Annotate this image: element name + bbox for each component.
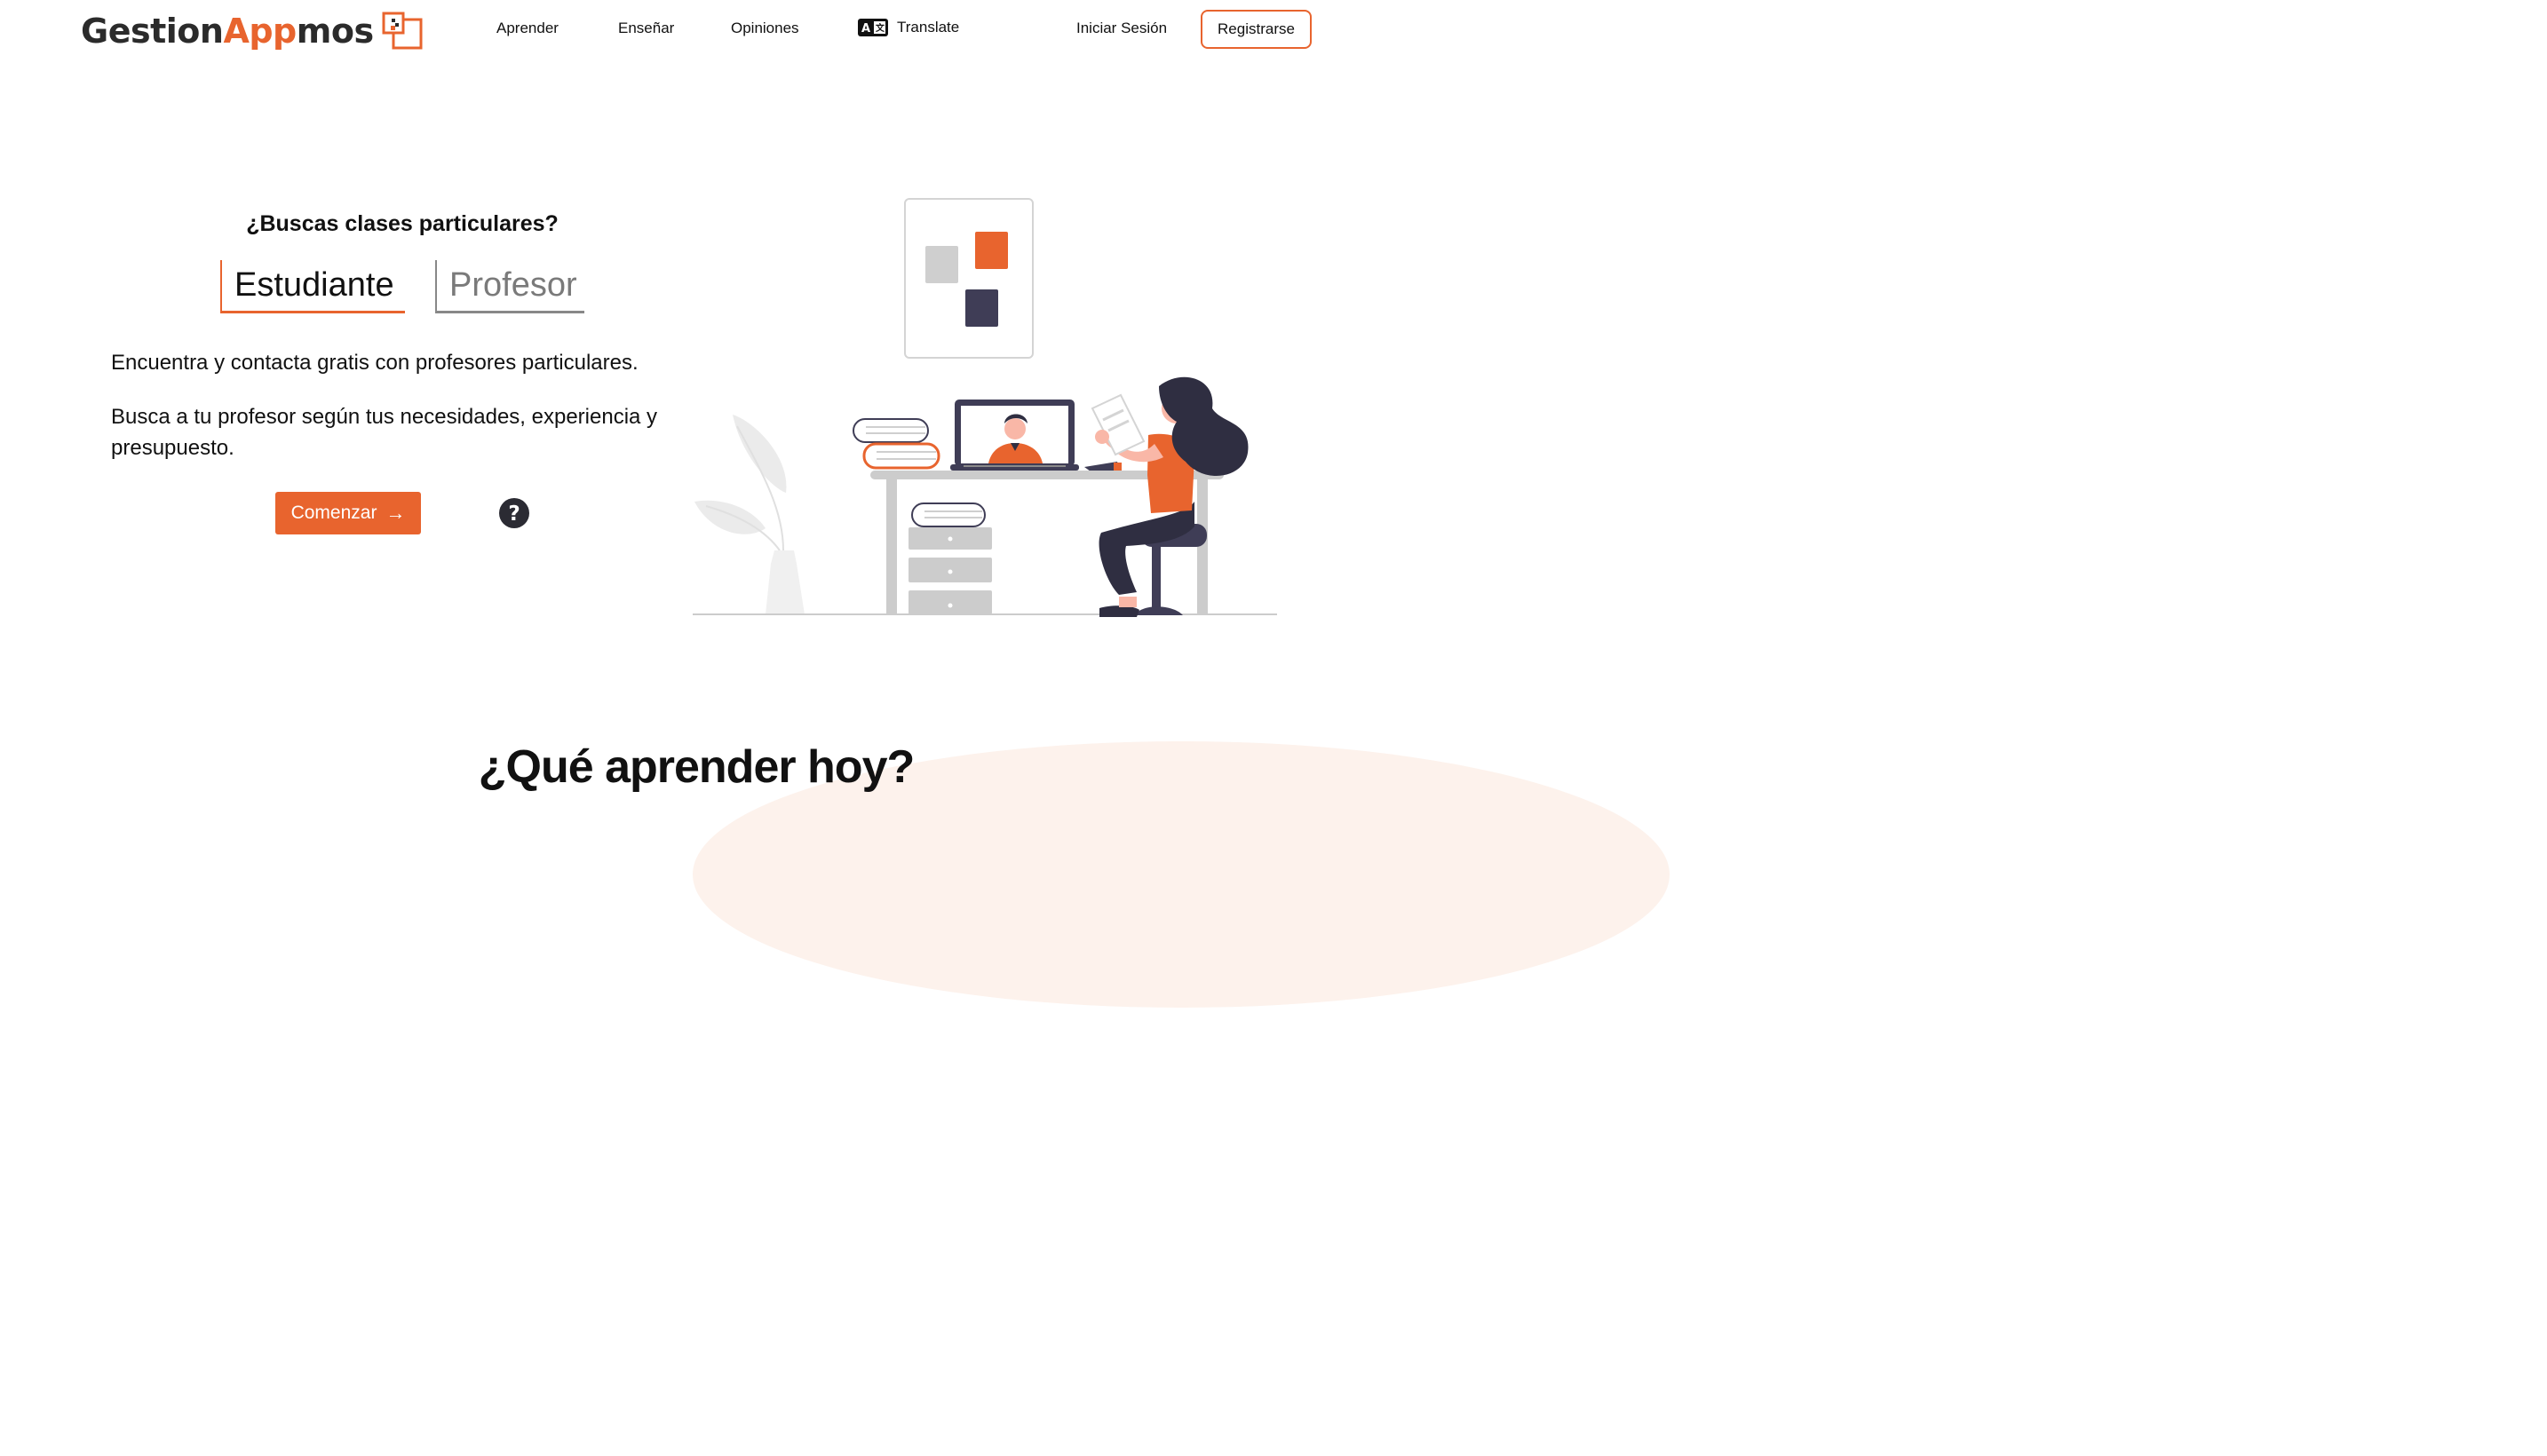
- arrow-right-icon: →: [385, 502, 406, 524]
- start-button[interactable]: Comenzar →: [275, 492, 421, 534]
- hero-illustration: [693, 198, 1277, 617]
- translate-icon: A 文: [858, 19, 888, 36]
- question-circle-icon[interactable]: ?: [498, 497, 530, 529]
- start-button-label: Comenzar: [290, 502, 377, 523]
- tab-profesor[interactable]: Profesor: [435, 260, 584, 313]
- svg-text:A: A: [861, 22, 870, 36]
- nav-aprender[interactable]: Aprender: [496, 20, 559, 37]
- tab-estudiante[interactable]: Estudiante: [220, 260, 405, 313]
- login-link[interactable]: Iniciar Sesión: [1076, 20, 1167, 37]
- translate-label: Translate: [897, 19, 960, 36]
- svg-text:文: 文: [876, 22, 885, 34]
- hero-description-2: Busca a tu profesor según tus necesidade…: [111, 405, 658, 460]
- section-title: ¿Qué aprender hoy?: [478, 741, 916, 793]
- logo[interactable]: GestionAppmos: [81, 11, 424, 51]
- nav-opiniones[interactable]: Opiniones: [731, 20, 799, 37]
- logo-text: GestionAppmos: [81, 12, 374, 51]
- register-button[interactable]: Registrarse: [1201, 10, 1312, 49]
- translate-button[interactable]: A 文 Translate: [857, 18, 959, 37]
- svg-text:?: ?: [508, 502, 520, 526]
- logo-mark-icon: [382, 12, 423, 50]
- hero-description-1: Encuentra y contacta gratis con profesor…: [111, 351, 639, 375]
- nav-ensenar[interactable]: Enseñar: [618, 20, 674, 37]
